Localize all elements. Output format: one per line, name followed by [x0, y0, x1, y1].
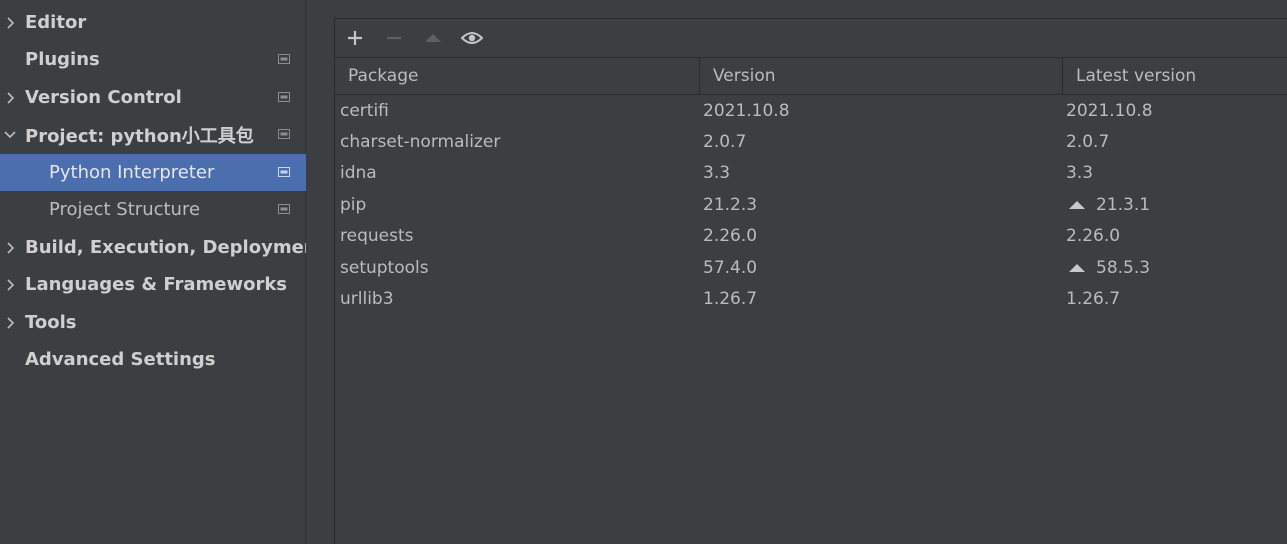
sidebar-item-languages-frameworks[interactable]: Languages & Frameworks: [0, 266, 306, 303]
latest-version-value: 2021.10.8: [1066, 100, 1153, 121]
latest-version-value: 58.5.3: [1096, 257, 1151, 278]
package-version: 57.4.0: [703, 257, 758, 278]
latest-version-value: 1.26.7: [1066, 288, 1121, 309]
table-row[interactable]: certifi 2021.10.8 2021.10.8: [335, 95, 1287, 126]
settings-window: Editor Plugins Version Control Project: …: [0, 0, 1287, 544]
package-latest-version: 3.3: [1066, 157, 1093, 188]
packages-toolbar: [335, 19, 1287, 57]
latest-version-value: 3.3: [1066, 162, 1094, 183]
package-name: pip: [340, 194, 367, 215]
chevron-right-icon[interactable]: [3, 4, 17, 41]
table-header: Package Version Latest version: [335, 58, 1287, 95]
column-header-latest-version[interactable]: Latest version: [1063, 58, 1287, 94]
package-version: 1.26.7: [703, 288, 758, 309]
sidebar-item-tools[interactable]: Tools: [0, 304, 306, 341]
package-name: requests: [340, 225, 414, 246]
upgrade-available-icon: [1068, 200, 1086, 210]
minus-icon[interactable]: [383, 28, 405, 48]
chevron-right-icon[interactable]: [3, 304, 17, 341]
column-header-label: Latest version: [1076, 66, 1197, 86]
packages-table: Package Version Latest version certifi 2…: [335, 57, 1287, 544]
table-row[interactable]: pip 21.2.3 21.3.1: [335, 189, 1287, 220]
package-name: certifi: [340, 100, 389, 121]
column-header-label: Version: [713, 66, 776, 86]
sidebar-item-advanced-settings[interactable]: Advanced Settings: [0, 341, 306, 378]
table-row[interactable]: setuptools 57.4.0 58.5.3: [335, 252, 1287, 283]
sidebar-item-build-execution-deployment[interactable]: Build, Execution, Deployment: [0, 229, 325, 266]
upgrade-arrow-icon[interactable]: [422, 28, 444, 48]
chevron-right-icon[interactable]: [3, 229, 17, 266]
table-row[interactable]: requests 2.26.0 2.26.0: [335, 220, 1287, 251]
package-latest-version: 2021.10.8: [1066, 95, 1153, 126]
package-version: 21.2.3: [703, 194, 758, 215]
column-header-package[interactable]: Package: [335, 58, 700, 94]
sidebar-item-label: Project Structure: [49, 199, 201, 220]
sidebar-item-editor[interactable]: Editor: [0, 4, 306, 41]
plus-icon[interactable]: [344, 28, 366, 48]
sidebar-item-label: Plugins: [25, 49, 100, 70]
upgrade-available-icon: [1068, 263, 1086, 273]
package-name: urllib3: [340, 288, 394, 309]
column-header-version[interactable]: Version: [700, 58, 1063, 94]
latest-version-value: 2.26.0: [1066, 225, 1121, 246]
latest-version-value: 2.0.7: [1066, 131, 1110, 152]
table-row[interactable]: charset-normalizer 2.0.7 2.0.7: [335, 126, 1287, 157]
project-settings-icon: [278, 92, 290, 102]
sidebar-item-version-control[interactable]: Version Control: [0, 79, 306, 116]
package-version: 2.26.0: [703, 225, 758, 246]
package-name: idna: [340, 162, 377, 183]
package-latest-version: 1.26.7: [1066, 283, 1120, 314]
interpreter-packages-panel: Package Version Latest version certifi 2…: [334, 18, 1287, 544]
package-latest-version: 2.0.7: [1066, 126, 1109, 157]
package-version: 2.0.7: [703, 131, 747, 152]
package-latest-version: 21.3.1: [1068, 189, 1150, 220]
sidebar-item-label: Build, Execution, Deployment: [25, 237, 326, 258]
sidebar-item-label: Version Control: [25, 87, 182, 108]
sidebar-item-project-structure[interactable]: Project Structure: [0, 191, 306, 228]
table-row[interactable]: urllib3 1.26.7 1.26.7: [335, 283, 1287, 314]
sidebar-item-python-interpreter[interactable]: Python Interpreter: [0, 154, 306, 191]
package-name: charset-normalizer: [340, 131, 501, 152]
sidebar-item-label: Project: python小工具包: [25, 125, 254, 147]
latest-version-value: 21.3.1: [1096, 194, 1151, 215]
project-settings-icon: [278, 204, 290, 214]
package-version: 3.3: [703, 162, 731, 183]
package-version: 2021.10.8: [703, 100, 790, 121]
sidebar-item-label: Python Interpreter: [49, 162, 215, 183]
sidebar-item-plugins[interactable]: Plugins: [0, 41, 306, 78]
project-settings-icon: [278, 129, 290, 139]
project-settings-icon: [278, 167, 290, 177]
column-header-label: Package: [348, 66, 419, 86]
chevron-right-icon[interactable]: [3, 79, 17, 116]
sidebar-item-label: Editor: [25, 12, 87, 33]
eye-icon[interactable]: [461, 28, 483, 48]
table-row[interactable]: idna 3.3 3.3: [335, 157, 1287, 188]
package-latest-version: 2.26.0: [1066, 220, 1120, 251]
settings-content: Package Version Latest version certifi 2…: [306, 0, 1287, 544]
sidebar-item-project[interactable]: Project: python小工具包: [0, 116, 306, 153]
package-latest-version: 58.5.3: [1068, 252, 1150, 283]
chevron-down-icon[interactable]: [3, 116, 17, 153]
project-settings-icon: [278, 54, 290, 64]
chevron-right-icon[interactable]: [3, 266, 17, 303]
sidebar-item-label: Languages & Frameworks: [25, 274, 288, 295]
settings-sidebar: Editor Plugins Version Control Project: …: [0, 0, 325, 544]
package-name: setuptools: [340, 257, 429, 278]
sidebar-item-label: Advanced Settings: [25, 349, 216, 370]
sidebar-item-label: Tools: [25, 312, 77, 333]
